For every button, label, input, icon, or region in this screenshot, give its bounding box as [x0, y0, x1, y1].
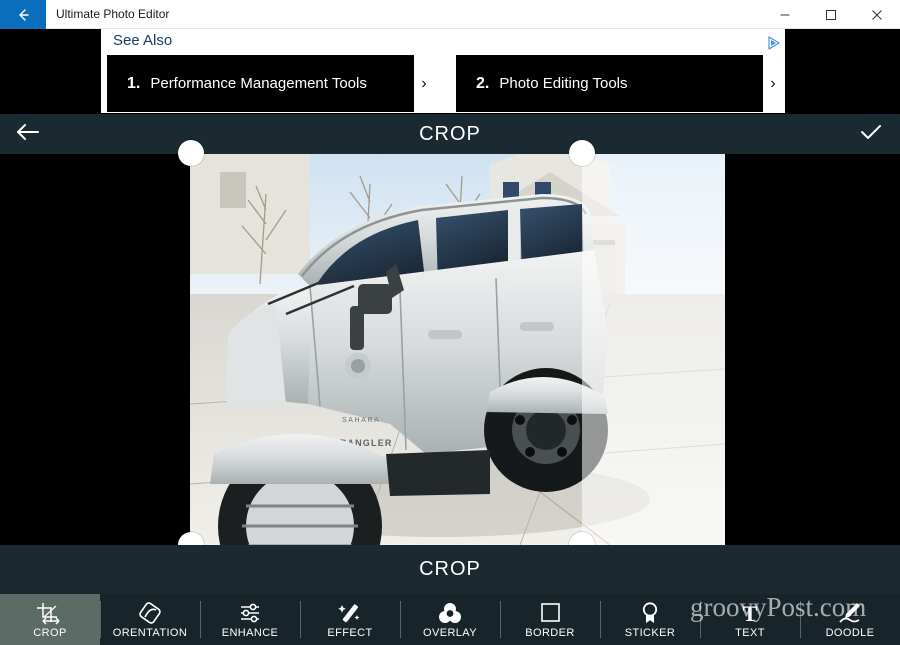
ad-card-1-label: Performance Management Tools — [150, 75, 367, 92]
tool-sticker[interactable]: STICKER — [600, 594, 700, 645]
tool-text-label: TEXT — [735, 626, 765, 639]
ad-card-2-arrow[interactable]: › — [763, 55, 783, 112]
editor-footer-title: CROP — [419, 558, 481, 580]
text-icon: T — [737, 601, 763, 625]
editor-confirm-button[interactable] — [848, 114, 894, 154]
tool-overlay[interactable]: OVERLAY — [400, 594, 500, 645]
editor-header: CROP — [0, 114, 900, 154]
orientation-icon — [137, 601, 163, 625]
window-controls — [762, 0, 900, 29]
close-button[interactable] — [854, 0, 900, 29]
editor-header-title: CROP — [419, 123, 481, 145]
editor-canvas[interactable]: SAHARA WRANGLER UNLIMITED — [0, 154, 900, 545]
back-arrow-icon — [15, 7, 31, 23]
minimize-icon — [780, 14, 790, 15]
overlay-icon — [437, 601, 463, 625]
border-icon — [537, 601, 563, 625]
ad-card-1[interactable]: 1. Performance Management Tools › — [107, 55, 434, 112]
maximize-icon — [826, 9, 836, 20]
window-titlebar: Ultimate Photo Editor — [0, 0, 900, 29]
ad-card-2-label: Photo Editing Tools — [499, 75, 628, 92]
ad-card-1-number: 1. — [127, 74, 141, 92]
magic-wand-icon — [337, 601, 363, 625]
svg-text:SAHARA: SAHARA — [342, 417, 380, 424]
tool-enhance[interactable]: ENHANCE — [200, 594, 300, 645]
editor-back-button[interactable] — [5, 114, 51, 154]
editor-toolbar: CROP ORENTATION ENHANCE EFFECT OVERLAY B… — [0, 594, 900, 645]
ad-card-list: 1. Performance Management Tools › 2. Pho… — [107, 55, 783, 112]
close-icon — [872, 9, 882, 20]
tool-orentation-label: ORENTATION — [112, 626, 188, 639]
photo-image: SAHARA WRANGLER UNLIMITED — [190, 154, 725, 545]
sticker-icon — [637, 601, 663, 625]
editor-footer: CROP — [0, 545, 900, 594]
tool-crop-label: CROP — [33, 626, 67, 639]
tool-border-label: BORDER — [525, 626, 575, 639]
ad-heading: See Also — [113, 32, 173, 49]
window-title: Ultimate Photo Editor — [56, 7, 170, 21]
tool-text[interactable]: T TEXT — [700, 594, 800, 645]
tool-effect[interactable]: EFFECT — [300, 594, 400, 645]
maximize-button[interactable] — [808, 0, 854, 29]
tool-overlay-label: OVERLAY — [423, 626, 477, 639]
crop-handle-top-left[interactable] — [178, 140, 204, 166]
tool-doodle-label: DOODLE — [825, 626, 875, 639]
tool-orentation[interactable]: ORENTATION — [100, 594, 200, 645]
tool-enhance-label: ENHANCE — [221, 626, 279, 639]
ad-banner: See Also 1. Performance Management Tools… — [101, 29, 785, 113]
back-arrow-icon — [15, 121, 41, 148]
ad-card-1-arrow[interactable]: › — [414, 55, 434, 112]
tool-crop[interactable]: CROP — [0, 594, 100, 645]
doodle-icon — [837, 601, 863, 625]
svg-text:T: T — [743, 601, 758, 625]
tool-border[interactable]: BORDER — [500, 594, 600, 645]
checkmark-icon — [858, 121, 884, 148]
app-back-button[interactable] — [0, 0, 46, 29]
app-window: Ultimate Photo Editor See Also 1. Perfor… — [0, 0, 900, 645]
tool-sticker-label: STICKER — [624, 626, 676, 639]
ad-card-2-number: 2. — [476, 74, 490, 92]
minimize-button[interactable] — [762, 0, 808, 29]
tool-doodle[interactable]: DOODLE — [800, 594, 900, 645]
sliders-icon — [237, 601, 263, 625]
crop-handle-top-right[interactable] — [569, 140, 595, 166]
adchoices-icon[interactable] — [767, 36, 781, 50]
tool-effect-label: EFFECT — [327, 626, 373, 639]
crop-icon — [35, 601, 65, 625]
ad-card-2[interactable]: 2. Photo Editing Tools › — [456, 55, 783, 112]
